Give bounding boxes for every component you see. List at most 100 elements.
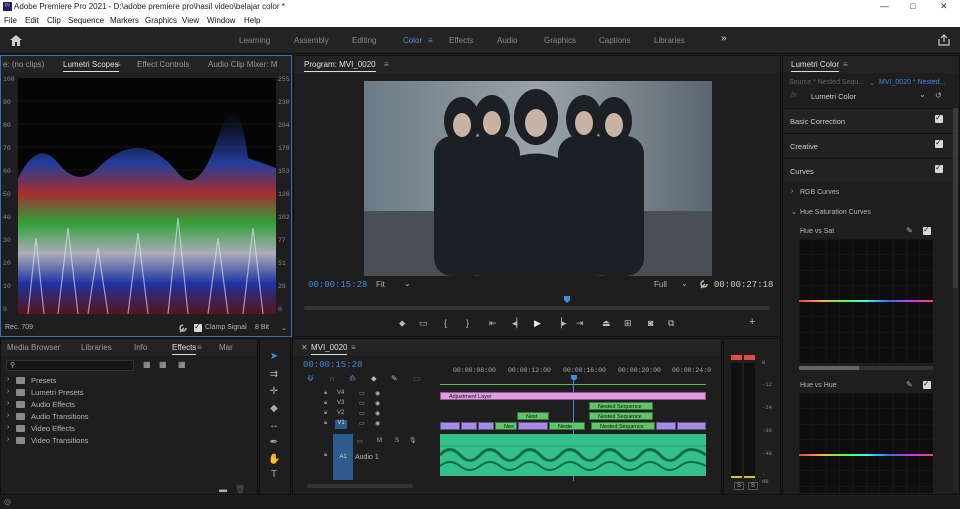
hue-saturation-curves-label[interactable]: Hue Saturation Curves [800, 209, 871, 216]
workspace-menu-icon[interactable]: ≡ [428, 36, 433, 45]
track-header-a1[interactable]: 🔒︎ A1 ▭ M S 🎙︎ Audio 1 [295, 434, 440, 480]
workspace-effects[interactable]: Effects [449, 36, 473, 45]
lumetri-scrollbar[interactable] [953, 108, 958, 492]
track-select-tool-icon[interactable]: ⇉ [268, 369, 280, 380]
solo-left-button[interactable]: S [734, 482, 745, 490]
track-header-v2[interactable]: 🔒︎ V2 ▭ ◉ [295, 410, 440, 420]
menu-clip[interactable]: Clip [47, 16, 61, 25]
snap-icon[interactable]: ∩ [329, 374, 335, 383]
hue-vs-sat-graph[interactable] [799, 239, 933, 363]
clip-v1-nes[interactable]: Nes [495, 422, 517, 430]
effect-select[interactable]: Lumetri Color [811, 92, 856, 101]
chevron-down-icon[interactable]: ⌄ [404, 279, 411, 288]
go-to-in-icon[interactable]: ⇤ [489, 318, 497, 329]
play-icon[interactable]: ▶ [534, 318, 541, 329]
tab-source[interactable]: e: (no clips) [3, 60, 44, 69]
extract-icon[interactable]: ⊞ [624, 318, 632, 329]
tab-lumetri-scopes[interactable]: Lumetri Scopes [63, 60, 119, 72]
tree-item-video-effects[interactable]: › Video Effects [7, 424, 207, 436]
clip-v3-nest[interactable]: Nest [517, 412, 549, 420]
playhead-marker[interactable] [564, 296, 570, 303]
mark-in-icon[interactable]: ▭ [419, 318, 428, 329]
sequence-clip-label[interactable]: MVI_0020 * Nested... [879, 79, 946, 86]
lumetri-color-title[interactable]: Lumetri Color [791, 60, 840, 72]
tab-info[interactable]: Info [134, 343, 147, 352]
mark-out-bracket-icon[interactable]: } [466, 318, 469, 328]
chevron-right-icon[interactable]: › [791, 188, 793, 195]
go-to-out-icon[interactable]: ⇥ [576, 318, 584, 329]
menu-graphics[interactable]: Graphics [145, 16, 177, 25]
clip-v3-nested-sequence[interactable]: Nested Sequence [589, 402, 653, 410]
workspace-libraries[interactable]: Libraries [654, 36, 685, 45]
tab-effects[interactable]: Effects [172, 343, 197, 355]
clip-v1-fx-4[interactable] [518, 422, 548, 430]
clip-indicator-left[interactable] [731, 355, 742, 360]
menu-window[interactable]: Window [207, 16, 235, 25]
hue-vs-hue-toggle[interactable] [923, 379, 931, 389]
tab-audio-clip-mixer[interactable]: Audio Clip Mixer: M [208, 60, 277, 69]
zoom-level-select[interactable]: Fit [376, 280, 385, 289]
tab-effect-controls[interactable]: Effect Controls [137, 60, 189, 69]
clip-v1-neste[interactable]: Neste [549, 422, 585, 430]
section-creative[interactable]: Creative [783, 133, 959, 157]
rgb-curves-label[interactable]: RGB Curves [800, 189, 839, 196]
captions-icon[interactable]: ▭ [413, 374, 421, 383]
workspace-audio[interactable]: Audio [497, 36, 517, 45]
panel-menu-icon[interactable]: ≡ [384, 60, 389, 69]
program-monitor-title[interactable]: Program: MVI_0020 [304, 60, 376, 72]
workspace-assembly[interactable]: Assembly [294, 36, 329, 45]
tab-libraries[interactable]: Libraries [81, 343, 112, 352]
pen-tool-icon[interactable]: ✒ [268, 437, 280, 448]
clip-indicator-right[interactable] [744, 355, 755, 360]
menu-file[interactable]: File [4, 16, 17, 25]
creative-toggle[interactable] [935, 138, 943, 148]
chevron-down-icon[interactable]: ⌄ [281, 324, 287, 332]
camera-icon[interactable]: ◙ [648, 318, 653, 328]
close-icon[interactable]: ✕ [301, 343, 308, 352]
linked-selection-icon[interactable]: ⟰ [349, 374, 356, 383]
clip-v1-fx-3[interactable] [478, 422, 494, 430]
menu-view[interactable]: View [182, 16, 199, 25]
more-workspaces-icon[interactable]: » [721, 33, 727, 44]
workspace-learning[interactable]: Learning [239, 36, 270, 45]
slip-tool-icon[interactable]: ↔ [268, 420, 280, 431]
workspace-captions[interactable]: Captions [599, 36, 631, 45]
timeline-settings-icon[interactable]: ✎ [391, 374, 398, 383]
track-header-v4[interactable]: 🔒︎ V4 ▭ ◉ [295, 390, 440, 400]
track-header-v3[interactable]: 🔒︎ V3 ▭ ◉ [295, 400, 440, 410]
lift-icon[interactable]: ⏏ [602, 318, 611, 329]
wrench-icon[interactable] [178, 323, 188, 333]
effects-search-input[interactable]: ⚲ [6, 360, 134, 371]
yuv-effects-icon[interactable]: ▦ [178, 360, 186, 369]
tab-markers[interactable]: Mar [219, 343, 233, 352]
menu-markers[interactable]: Markers [110, 16, 139, 25]
mark-in-bracket-icon[interactable]: { [444, 318, 447, 328]
new-folder-icon[interactable]: ▬ [219, 485, 227, 494]
timeline-timecode[interactable]: 00:00:15:28 [303, 360, 362, 370]
share-icon[interactable] [938, 34, 950, 46]
panel-menu-icon[interactable]: ≡ [843, 60, 848, 69]
settings-wrench-icon[interactable] [699, 279, 709, 289]
timeline-scrollbar[interactable] [307, 484, 413, 488]
menu-help[interactable]: Help [244, 16, 260, 25]
hue-vs-sat-scrollbar[interactable] [799, 366, 933, 370]
section-basic-correction[interactable]: Basic Correction [783, 108, 959, 132]
program-scrubber[interactable] [304, 306, 770, 310]
type-tool-icon[interactable]: T [268, 469, 280, 480]
clip-v2-nested-sequence[interactable]: Nested Sequence [589, 412, 653, 420]
clip-adjustment-layer[interactable]: Adjustment Layer [440, 392, 706, 400]
clip-v1-fx-6[interactable] [677, 422, 706, 430]
audio-clip-waveform[interactable] [440, 434, 706, 476]
trash-icon[interactable]: 🗑 [235, 485, 245, 494]
curves-toggle[interactable] [935, 163, 943, 173]
maximize-button[interactable]: □ [910, 1, 915, 11]
eyedropper-icon[interactable]: ✎ [906, 380, 913, 389]
chevron-down-icon[interactable]: ⌄ [919, 90, 926, 99]
timeline-tab-sequence[interactable]: MVI_0020 [311, 343, 348, 355]
add-button-icon[interactable]: + [749, 316, 755, 328]
tree-item-lumetri-presets[interactable]: › Lumetri Presets [7, 388, 207, 400]
tree-item-video-transitions[interactable]: › Video Transitions [7, 436, 207, 448]
reset-icon[interactable]: ↺ [935, 91, 942, 100]
clip-v1-fx-1[interactable] [440, 422, 460, 430]
hue-vs-hue-graph[interactable] [799, 393, 933, 493]
